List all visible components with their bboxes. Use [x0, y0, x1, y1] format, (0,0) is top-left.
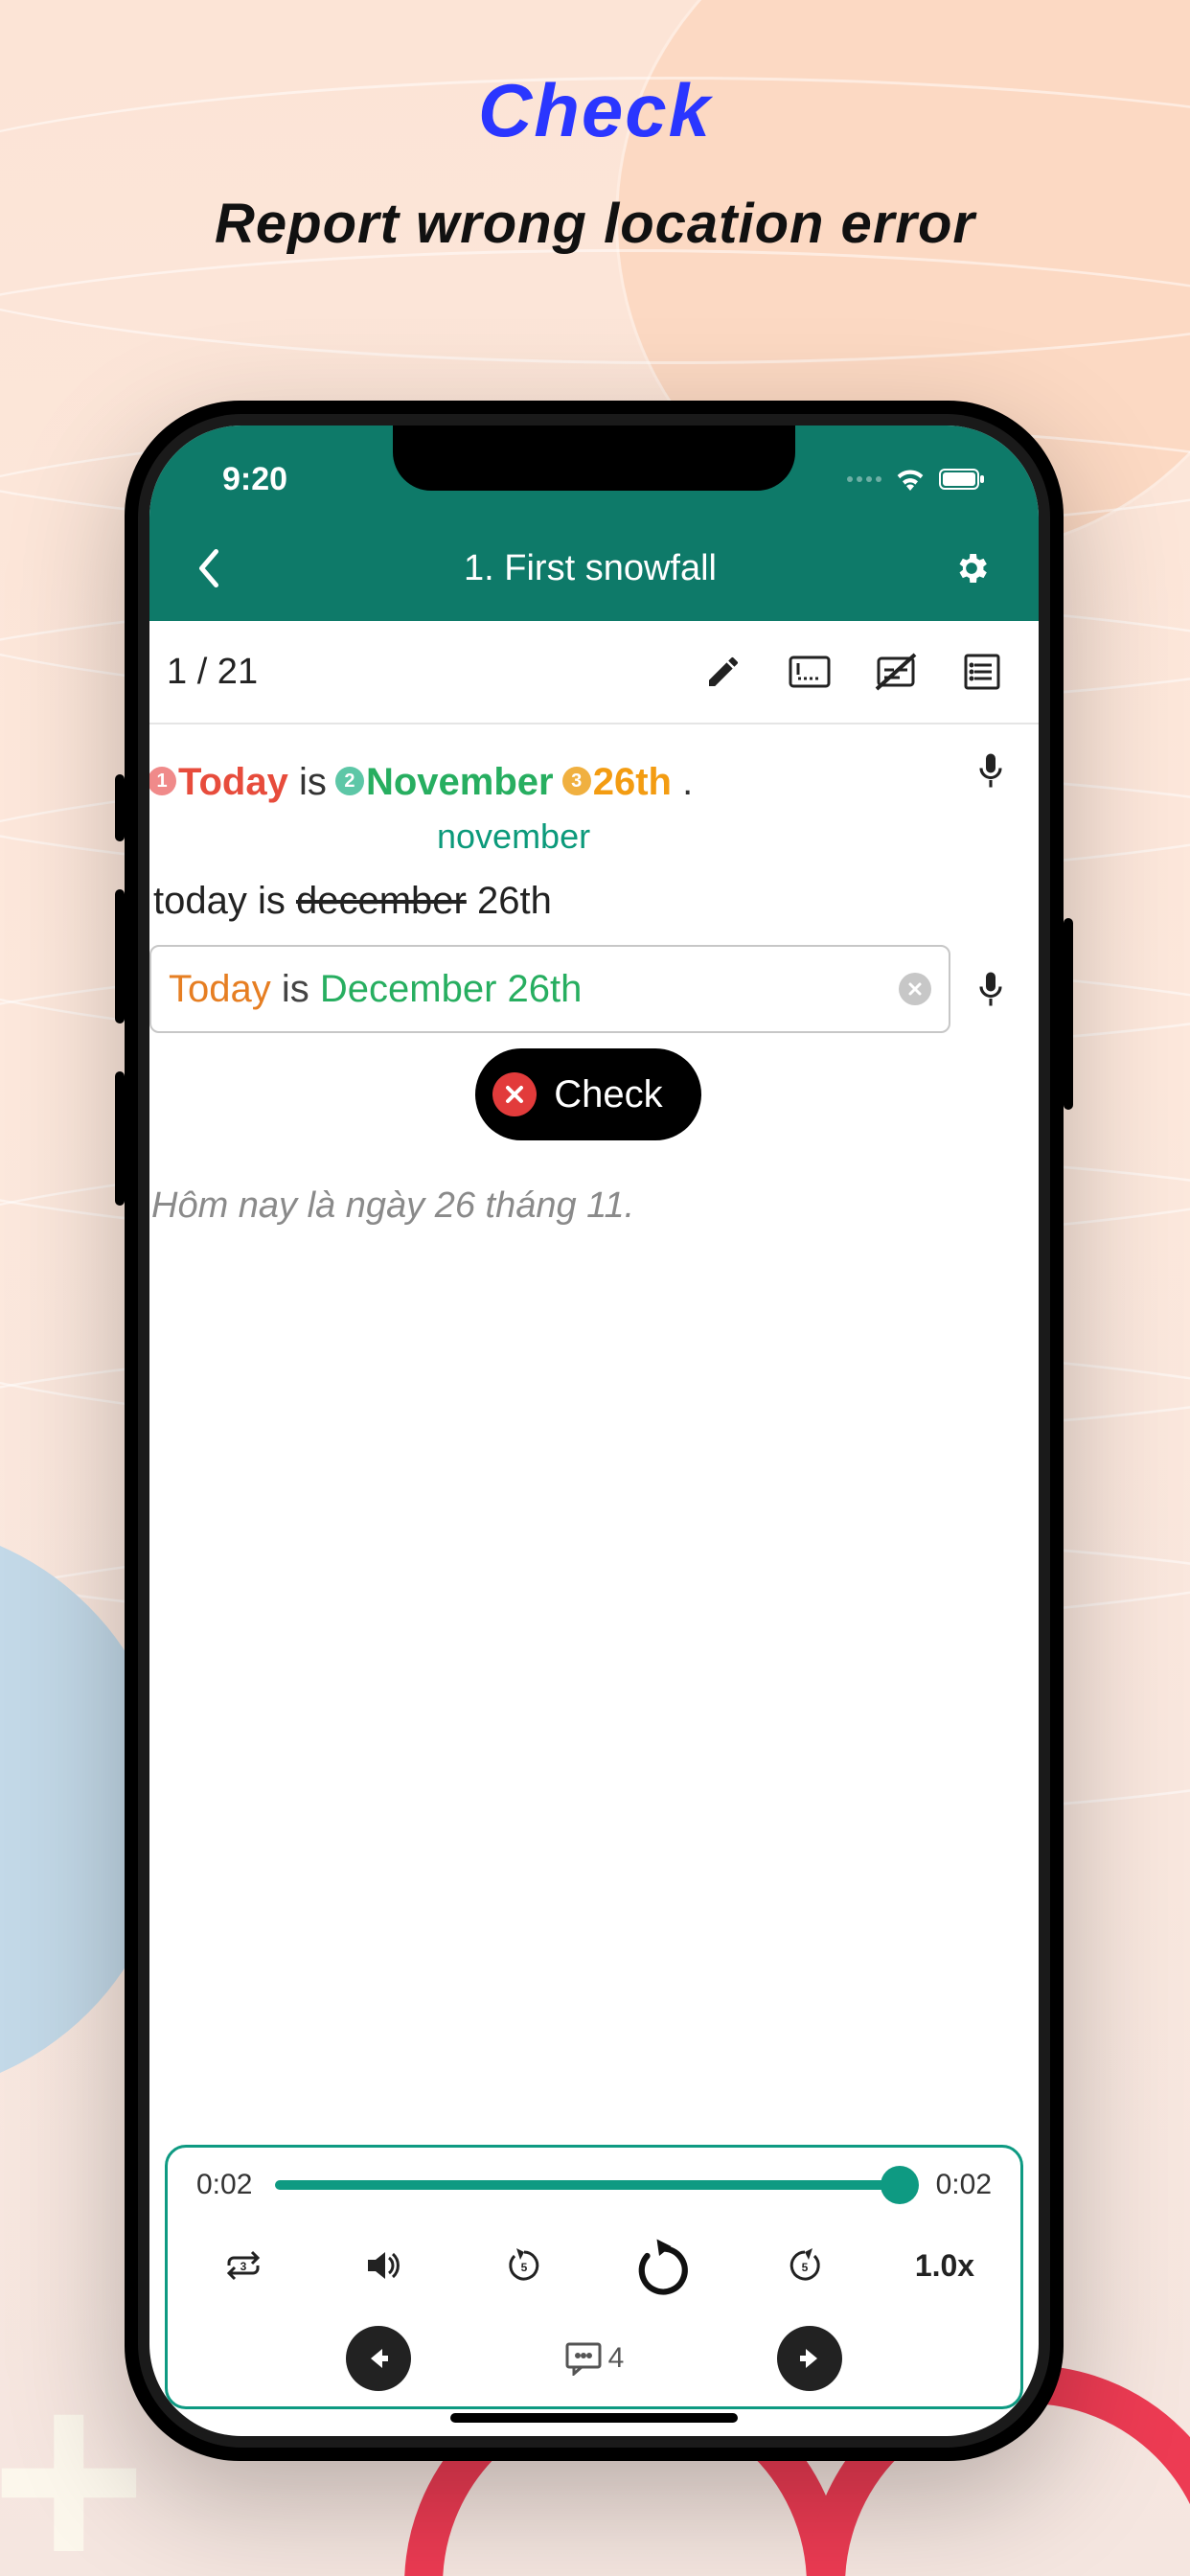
- forward-5-button[interactable]: 5: [771, 2244, 838, 2287]
- svg-text:5: 5: [520, 2261, 527, 2274]
- page-counter: 1 / 21: [163, 652, 258, 693]
- back-button[interactable]: [180, 549, 238, 587]
- subtitle-off-icon: [875, 653, 917, 691]
- rewind-5-icon: 5: [505, 2244, 543, 2287]
- edit-button[interactable]: [680, 638, 767, 705]
- answer-input[interactable]: Today is December 26th: [149, 945, 950, 1033]
- volume-icon: [364, 2246, 402, 2285]
- mic-button-sentence[interactable]: [964, 751, 1018, 790]
- word-badge-2: 2: [335, 767, 364, 795]
- status-time: 9:20: [222, 461, 287, 498]
- time-current: 0:02: [196, 2169, 252, 2201]
- check-label: Check: [554, 1064, 662, 1125]
- mic-button-input[interactable]: [964, 970, 1018, 1008]
- ref-word-1: Today: [178, 761, 288, 803]
- mic-icon: [976, 751, 1005, 790]
- settings-button[interactable]: [943, 549, 1000, 587]
- chevron-left-icon: [195, 549, 223, 587]
- input-word-3: December 26th: [320, 968, 582, 1010]
- input-mode-button[interactable]: [767, 638, 853, 705]
- translation-text: Hôm nay là ngày 26 tháng 11.: [149, 1140, 1027, 1235]
- repeat-icon: 3: [224, 2246, 263, 2285]
- replay-icon: [635, 2234, 693, 2297]
- speed-button[interactable]: 1.0x: [911, 2248, 978, 2284]
- nav-bar: 1. First snowfall: [149, 516, 1039, 621]
- battery-icon: [939, 468, 985, 491]
- status-icons: [847, 468, 985, 491]
- error-icon: [492, 1072, 537, 1116]
- arrow-right-icon: [794, 2343, 825, 2374]
- screen: 9:20 1. First snowfall 1 / 21: [149, 426, 1039, 2436]
- time-total: 0:02: [936, 2169, 992, 2201]
- progress-slider[interactable]: [275, 2180, 912, 2190]
- toolbar: 1 / 21: [149, 621, 1039, 724]
- correction-word: november: [149, 809, 1027, 864]
- textbox-icon: [789, 656, 831, 688]
- ref-word-4: 26th: [593, 761, 672, 803]
- comments-count: 4: [608, 2342, 625, 2375]
- prev-sentence-button[interactable]: [346, 2326, 411, 2391]
- arrow-left-icon: [363, 2343, 394, 2374]
- ref-word-3: November: [366, 761, 554, 803]
- word-badge-3: 3: [562, 767, 591, 795]
- pencil-icon: [704, 653, 743, 691]
- comment-icon: [564, 2341, 603, 2376]
- speed-label: 1.0x: [915, 2248, 974, 2284]
- next-sentence-button[interactable]: [777, 2326, 842, 2391]
- clear-input-button[interactable]: [899, 973, 931, 1005]
- svg-text:3: 3: [240, 2260, 247, 2273]
- slider-thumb-icon: [881, 2166, 919, 2204]
- wifi-icon: [895, 468, 926, 491]
- gear-icon: [952, 549, 991, 587]
- notch: [393, 426, 795, 491]
- audio-player: 0:02 0:02 3 5 5: [165, 2145, 1023, 2409]
- comments-button[interactable]: 4: [564, 2341, 625, 2376]
- reference-sentence: 1Today is 2November 326th .: [149, 744, 1027, 815]
- list-icon: [963, 653, 1001, 691]
- x-icon: [907, 981, 923, 997]
- ref-word-2: is: [299, 761, 337, 803]
- input-word-2: is: [271, 968, 320, 1010]
- phone-frame: 9:20 1. First snowfall 1 / 21: [125, 401, 1064, 2461]
- forward-5-icon: 5: [786, 2244, 824, 2287]
- wrong-word: december: [296, 880, 467, 922]
- page-title: Check: [0, 67, 1190, 154]
- word-badge-1: 1: [149, 767, 176, 795]
- content-area: 1Today is 2November 326th . november tod…: [149, 724, 1039, 1234]
- check-button[interactable]: Check: [475, 1048, 700, 1140]
- page-subtitle: Report wrong location error: [0, 192, 1190, 256]
- lesson-title: 1. First snowfall: [238, 548, 943, 589]
- home-indicator: [450, 2413, 738, 2423]
- volume-button[interactable]: [350, 2246, 417, 2285]
- svg-text:5: 5: [801, 2261, 808, 2274]
- ref-word-5: .: [672, 761, 693, 803]
- rewind-5-button[interactable]: 5: [491, 2244, 558, 2287]
- mic-icon: [976, 970, 1005, 1008]
- input-word-1: Today: [169, 968, 271, 1010]
- repeat-button[interactable]: 3: [210, 2246, 277, 2285]
- list-button[interactable]: [939, 638, 1025, 705]
- subtitle-off-button[interactable]: [853, 638, 939, 705]
- user-answer-line: today is december 26th: [149, 870, 1027, 932]
- replay-button[interactable]: [630, 2234, 698, 2297]
